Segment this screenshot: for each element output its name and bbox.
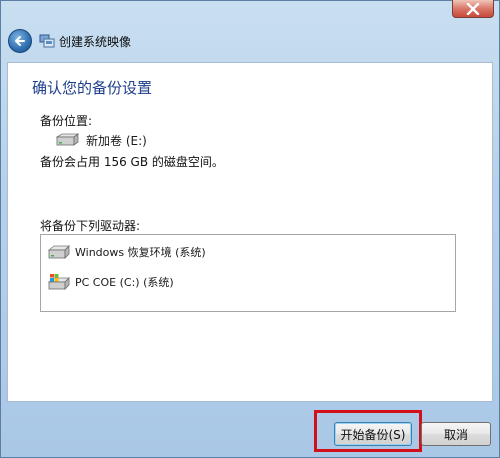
drive-icon — [55, 133, 80, 146]
drive-label: PC COE (C:) (系统) — [75, 276, 174, 289]
list-item[interactable]: Windows 恢复环境 (系统) — [47, 243, 206, 261]
list-item[interactable]: PC COE (C:) (系统) — [47, 273, 174, 291]
windows-drive-icon — [47, 274, 70, 290]
drive-label: Windows 恢复环境 (系统) — [75, 246, 206, 259]
close-icon — [466, 2, 480, 15]
drives-list[interactable]: Windows 恢复环境 (系统) PC COE (C:) (系统) — [40, 234, 456, 312]
back-arrow-icon — [15, 36, 25, 46]
space-note: 备份会占用 156 GB 的磁盘空间。 — [40, 155, 224, 169]
start-backup-button[interactable]: 开始备份(S) — [334, 422, 412, 446]
window-title: 创建系统映像 — [59, 35, 132, 49]
back-button[interactable] — [8, 29, 32, 53]
backup-location-label: 备份位置: — [40, 114, 93, 128]
drive-icon — [47, 245, 70, 259]
backup-drive-name: 新加卷 (E:) — [86, 134, 147, 148]
cancel-button[interactable]: 取消 — [421, 422, 491, 446]
page-heading: 确认您的备份设置 — [32, 79, 153, 97]
drives-label: 将备份下列驱动器: — [40, 219, 141, 233]
backup-app-icon — [39, 34, 55, 48]
close-button[interactable] — [452, 0, 494, 18]
